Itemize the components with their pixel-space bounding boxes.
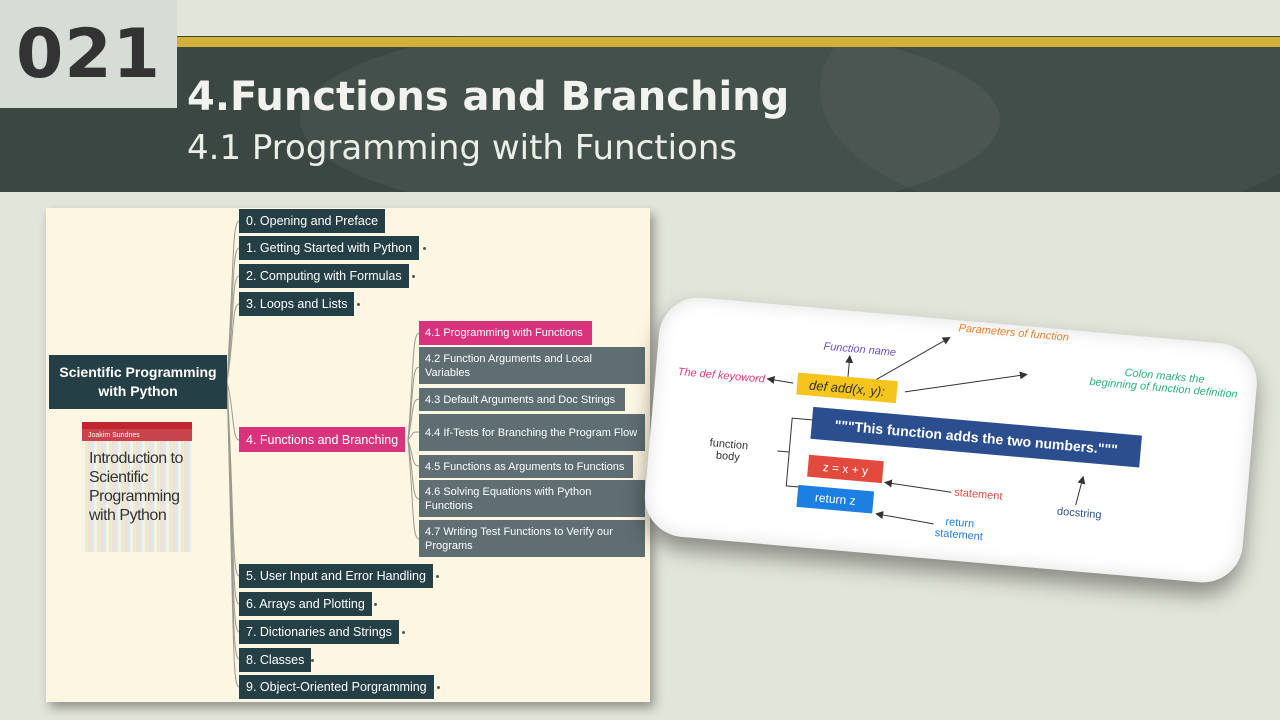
chapter-node[interactable]: 3. Loops and Lists bbox=[239, 292, 355, 316]
slide-number-badge: 021 bbox=[0, 0, 177, 108]
chapter-node[interactable]: 9. Object-Oriented Porgramming bbox=[239, 675, 434, 699]
slide-number: 021 bbox=[16, 14, 161, 94]
function-diagram-card: Parameters of function Function name Col… bbox=[640, 294, 1270, 606]
slide-subtitle: 4.1 Programming with Functions bbox=[187, 128, 738, 168]
section-node-active[interactable]: 4.1 Programming with Functions bbox=[419, 321, 592, 345]
chapter-node[interactable]: 8. Classes bbox=[239, 648, 312, 672]
collapse-dot bbox=[357, 303, 360, 306]
collapse-dot bbox=[311, 659, 314, 662]
section-node[interactable]: 4.2 Function Arguments and Local Variabl… bbox=[419, 347, 645, 384]
collapse-dot bbox=[412, 275, 415, 278]
gold-accent-bar bbox=[177, 37, 1280, 47]
return-annotation: return statement bbox=[934, 515, 984, 543]
collapse-dot bbox=[437, 686, 440, 689]
collapse-dot bbox=[423, 247, 426, 250]
mind-map-root: Scientific Programming with Python bbox=[49, 355, 227, 409]
collapse-dot bbox=[402, 631, 405, 634]
mind-map-panel: Scientific Programming with Python Joaki… bbox=[46, 208, 650, 702]
slide-header: 021 4.Functions and Branching 4.1 Progra… bbox=[0, 0, 1280, 192]
chapter-node[interactable]: 6. Arrays and Plotting bbox=[239, 592, 372, 616]
section-node[interactable]: 4.6 Solving Equations with Python Functi… bbox=[419, 480, 645, 517]
book-cover: Joakim Sundnes Introduction to Scientifi… bbox=[82, 422, 192, 552]
collapse-dot bbox=[374, 603, 377, 606]
chapter-node[interactable]: 0. Opening and Preface bbox=[239, 209, 386, 233]
book-cover-stripe bbox=[82, 422, 192, 429]
chapter-node[interactable]: 2. Computing with Formulas bbox=[239, 264, 409, 288]
section-node[interactable]: 4.5 Functions as Arguments to Functions bbox=[419, 455, 633, 478]
book-author: Joakim Sundnes bbox=[82, 429, 192, 441]
chapter-node[interactable]: 5. User Input and Error Handling bbox=[239, 564, 433, 588]
function-diagram: Parameters of function Function name Col… bbox=[641, 294, 1261, 586]
section-node[interactable]: 4.3 Default Arguments and Doc Strings bbox=[419, 388, 625, 411]
chapter-node-active[interactable]: 4. Functions and Branching bbox=[239, 427, 406, 452]
section-node[interactable]: 4.4 If-Tests for Branching the Program F… bbox=[419, 414, 645, 451]
chapter-node[interactable]: 7. Dictionaries and Strings bbox=[239, 620, 399, 644]
chapter-node[interactable]: 1. Getting Started with Python bbox=[239, 236, 420, 260]
book-title: Introduction to Scientific Programming w… bbox=[89, 450, 183, 524]
collapse-dot bbox=[436, 575, 439, 578]
function-body-annotation: function body bbox=[708, 437, 748, 464]
slide-title: 4.Functions and Branching bbox=[187, 74, 790, 120]
section-node[interactable]: 4.7 Writing Test Functions to Verify our… bbox=[419, 520, 645, 557]
top-band bbox=[0, 0, 1280, 36]
